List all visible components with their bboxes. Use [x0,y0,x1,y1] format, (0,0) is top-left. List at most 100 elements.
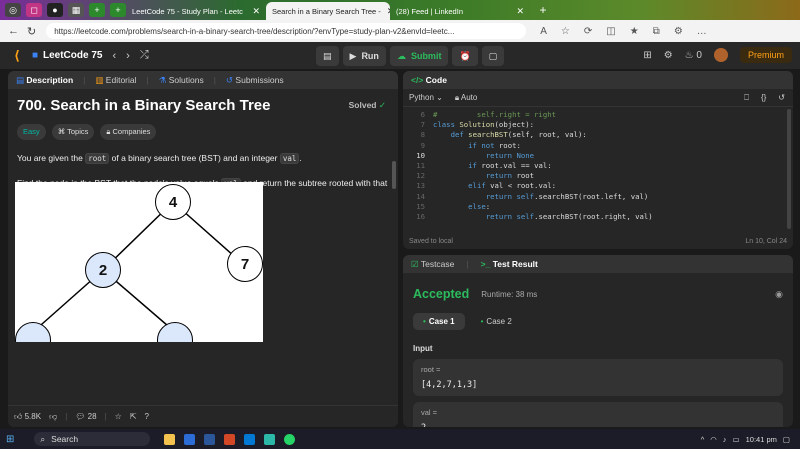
notifications-icon[interactable]: ▢ [783,435,790,444]
study-plan-link[interactable]: ■ LeetCode 75 [32,50,103,61]
braces-icon[interactable]: {} [761,93,766,102]
layout-icon[interactable]: ⊞ [643,50,651,61]
close-icon[interactable]: ✕ [246,6,260,17]
comments-button[interactable]: 💬︎ 28 [75,412,96,421]
code-line[interactable]: 10 return None [403,151,793,161]
whatsapp-icon[interactable] [284,433,296,445]
taskbar-search[interactable]: ⌕ Search [34,432,151,446]
avatar[interactable] [713,48,728,62]
close-icon[interactable]: ✕ [381,6,390,17]
chevron-up-icon[interactable]: ^ [701,435,705,444]
battery-icon[interactable]: ▭ [733,435,740,444]
favorites-icon[interactable]: ★ [630,26,639,37]
shuffle-icon[interactable]: ⤮ [140,49,149,62]
document-icon: ▤ [16,74,25,85]
word-icon[interactable] [204,433,216,445]
tab-search-bst[interactable]: Search in a Binary Search Tree - ✕ [266,2,390,20]
app-icon[interactable]: ▦ [68,3,84,17]
timer-button[interactable]: ⏰ [452,46,478,66]
like-button[interactable]: 👍︎ 5.8K [14,412,41,422]
back-icon[interactable]: ← [8,25,19,37]
settings-icon[interactable]: ⚙ [664,50,673,61]
tab-test-result[interactable]: >_ Test Result [481,259,538,269]
windows-start-icon[interactable]: ⊞ [6,434,14,445]
star-icon: ☆ [114,412,122,421]
code-line[interactable]: 11 if root.val == val: [403,161,793,171]
favorite-button[interactable]: ☆ [115,412,122,421]
code-line[interactable]: 6 # self.right = right [403,110,793,120]
code-line[interactable]: 9 if not root: [403,141,793,151]
file-explorer-icon[interactable] [164,433,176,445]
notes-button[interactable]: ▢ [481,46,505,66]
new-tab-icon-2[interactable]: + [110,3,126,17]
topics-tag[interactable]: ⌘ Topics [51,124,95,140]
wifi-icon[interactable]: ◠ [710,435,717,444]
bookmark-icon[interactable]: ⎕ [744,93,749,103]
dislike-button[interactable]: 👎︎ [49,412,57,422]
input-value: [4,2,7,1,3] [421,380,478,390]
code-editor[interactable]: 6 # self.right = right 7 class Solution(obj… [403,107,793,222]
read-aloud-icon[interactable]: A [540,26,547,37]
code-line[interactable]: 7 class Solution(object): [403,120,793,130]
tab-description[interactable]: ▤ Description [16,75,73,86]
tab-linkedin[interactable]: (28) Feed | LinkedIn ✕ [390,2,530,20]
code-line[interactable]: 8 def searchBST(self, root, val): [403,130,793,140]
favorite-icon[interactable]: ☆ [561,26,570,37]
prev-problem-icon[interactable]: ‹ [112,50,116,62]
vscode-icon[interactable] [244,433,256,445]
instagram-icon[interactable]: ◻ [26,3,42,17]
share-button[interactable]: ⇱ [130,412,137,421]
mail-icon[interactable] [184,433,196,445]
url-field[interactable]: https://leetcode.com/problems/search-in-… [46,23,527,39]
collections-icon[interactable]: ⧉ [653,26,660,37]
new-tab-icon[interactable]: + [89,3,105,17]
profile-icon[interactable]: ◎ [5,3,21,17]
code-line[interactable]: 15 else: [403,202,793,212]
line-number: 11 [416,160,425,170]
powerpoint-icon[interactable] [224,433,236,445]
saved-status: Saved to local [409,238,453,245]
leetcode-logo-icon[interactable]: ⟨ [14,48,20,64]
tab-editorial[interactable]: ▥ Editorial [95,75,136,86]
code-line[interactable]: 12 return root [403,171,793,181]
line-number: 14 [416,191,425,201]
tab-leetcode75[interactable]: LeetCode 75 - Study Plan - Leetc ✕ [126,2,266,20]
volume-icon[interactable]: ♪ [723,435,727,444]
close-icon[interactable]: ✕ [510,6,524,17]
debug-icon: ▤ [323,50,332,61]
tab-testcase[interactable]: ☑ Testcase [411,259,454,270]
premium-button[interactable]: Premium [739,47,792,63]
case-2-tab[interactable]: • Case 2 [471,313,522,330]
refresh-icon[interactable]: ⟳ [584,26,592,37]
reload-icon[interactable]: ↻ [27,25,36,38]
code-line[interactable]: 16 return self.searchBST(root.right, val… [403,212,793,222]
debug-button[interactable]: ▤ [316,46,339,66]
code-line[interactable]: 14 return self.searchBST(root.left, val) [403,192,793,202]
case-1-tab[interactable]: • Case 1 [413,313,465,330]
submit-button[interactable]: ☁ Submit [389,46,449,66]
next-problem-icon[interactable]: › [126,50,130,62]
run-button[interactable]: ▶ Run [342,46,386,66]
line-number: 8 [420,130,425,140]
tab-solutions[interactable]: ⚗ Solutions [159,75,204,86]
split-screen-icon[interactable]: ◫ [606,26,615,37]
tab-submissions[interactable]: ↺ Submissions [226,75,284,86]
editor-scrollbar[interactable] [787,109,791,229]
auto-mode[interactable]: 🔒︎ Auto [455,93,478,103]
github-icon[interactable]: ● [47,3,63,17]
companies-tag[interactable]: 🔒︎ Companies [100,124,157,140]
scrollbar-thumb[interactable] [392,161,396,189]
streak-counter[interactable]: ♨ 0 [685,50,702,61]
eye-icon[interactable]: ◉ [775,289,783,300]
extensions-icon[interactable]: ⚙ [674,26,683,37]
more-icon[interactable]: … [697,26,707,37]
streak-count: 0 [696,49,702,61]
edge-icon[interactable] [264,433,276,445]
add-tab-icon[interactable]: + [535,3,551,17]
code-line[interactable]: 13 elif val < root.val: [403,181,793,191]
help-button[interactable]: ? [145,412,149,421]
tree-node: 4 [155,184,191,220]
language-select[interactable]: Python ⌄ [409,93,443,102]
reset-icon[interactable]: ↺ [778,93,785,102]
clock[interactable]: 10:41 pm [746,435,777,444]
